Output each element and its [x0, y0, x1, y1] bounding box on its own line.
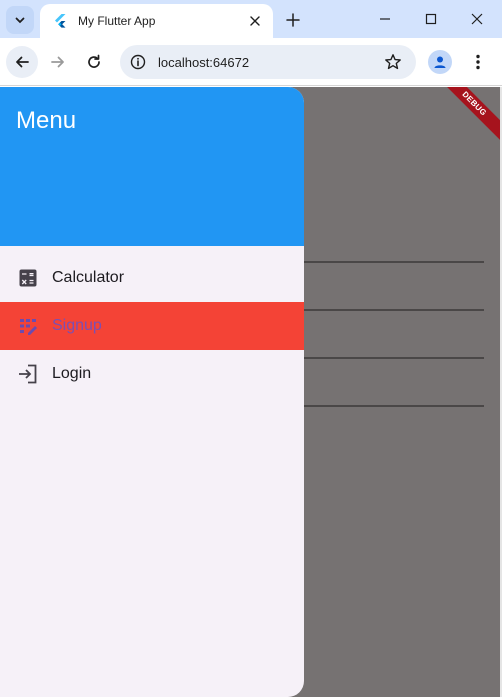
plus-icon: [286, 13, 300, 27]
minimize-icon: [380, 18, 390, 20]
star-icon: [385, 54, 401, 70]
menu-item-label: Calculator: [52, 269, 125, 286]
signup-icon: [16, 314, 40, 338]
person-icon: [434, 56, 446, 68]
browser-tab[interactable]: My Flutter App: [40, 4, 273, 38]
arrow-left-icon: [16, 56, 29, 68]
navigation-drawer: Menu Calculator Signup Login: [0, 87, 304, 697]
arrow-right-icon: [51, 56, 64, 68]
drawer-header: Menu: [0, 87, 304, 246]
chevron-down-icon: [15, 17, 25, 24]
tab-title: My Flutter App: [78, 14, 156, 28]
menu-item-label: Signup: [52, 317, 102, 334]
divider: [304, 405, 484, 407]
browser-menu-button[interactable]: [468, 50, 488, 74]
url-text[interactable]: localhost:64672: [158, 55, 382, 70]
divider: [304, 261, 484, 263]
bookmark-button[interactable]: [382, 51, 404, 73]
maximize-icon: [425, 13, 437, 25]
close-icon: [250, 16, 260, 26]
reload-button[interactable]: [78, 46, 110, 78]
window-close-button[interactable]: [462, 6, 492, 32]
tab-search-button[interactable]: [6, 6, 34, 34]
browser-toolbar: localhost:64672: [0, 38, 502, 86]
divider: [304, 309, 484, 311]
login-icon: [16, 362, 40, 386]
menu-item-login[interactable]: Login: [0, 350, 304, 398]
maximize-button[interactable]: [416, 6, 446, 32]
tab-close-button[interactable]: [247, 13, 263, 29]
more-vert-icon: [476, 54, 480, 70]
app-viewport: DEBUG Menu Calculator Signup Login: [0, 87, 500, 697]
menu-item-signup[interactable]: Signup: [0, 302, 304, 350]
site-info-icon[interactable]: [130, 54, 146, 70]
forward-button[interactable]: [42, 46, 74, 78]
close-icon: [471, 13, 483, 25]
new-tab-button[interactable]: [282, 9, 304, 31]
minimize-button[interactable]: [370, 6, 400, 32]
address-bar[interactable]: localhost:64672: [120, 45, 416, 79]
menu-item-calculator[interactable]: Calculator: [0, 254, 304, 302]
flutter-logo-icon: [55, 14, 66, 28]
menu-item-label: Login: [52, 365, 92, 382]
back-button[interactable]: [6, 46, 38, 78]
browser-titlebar: My Flutter App: [0, 0, 502, 38]
reload-icon: [88, 54, 100, 68]
calculator-icon: [16, 266, 40, 290]
divider: [304, 357, 484, 359]
drawer-title: Menu: [16, 107, 77, 134]
profile-button[interactable]: [428, 50, 452, 74]
